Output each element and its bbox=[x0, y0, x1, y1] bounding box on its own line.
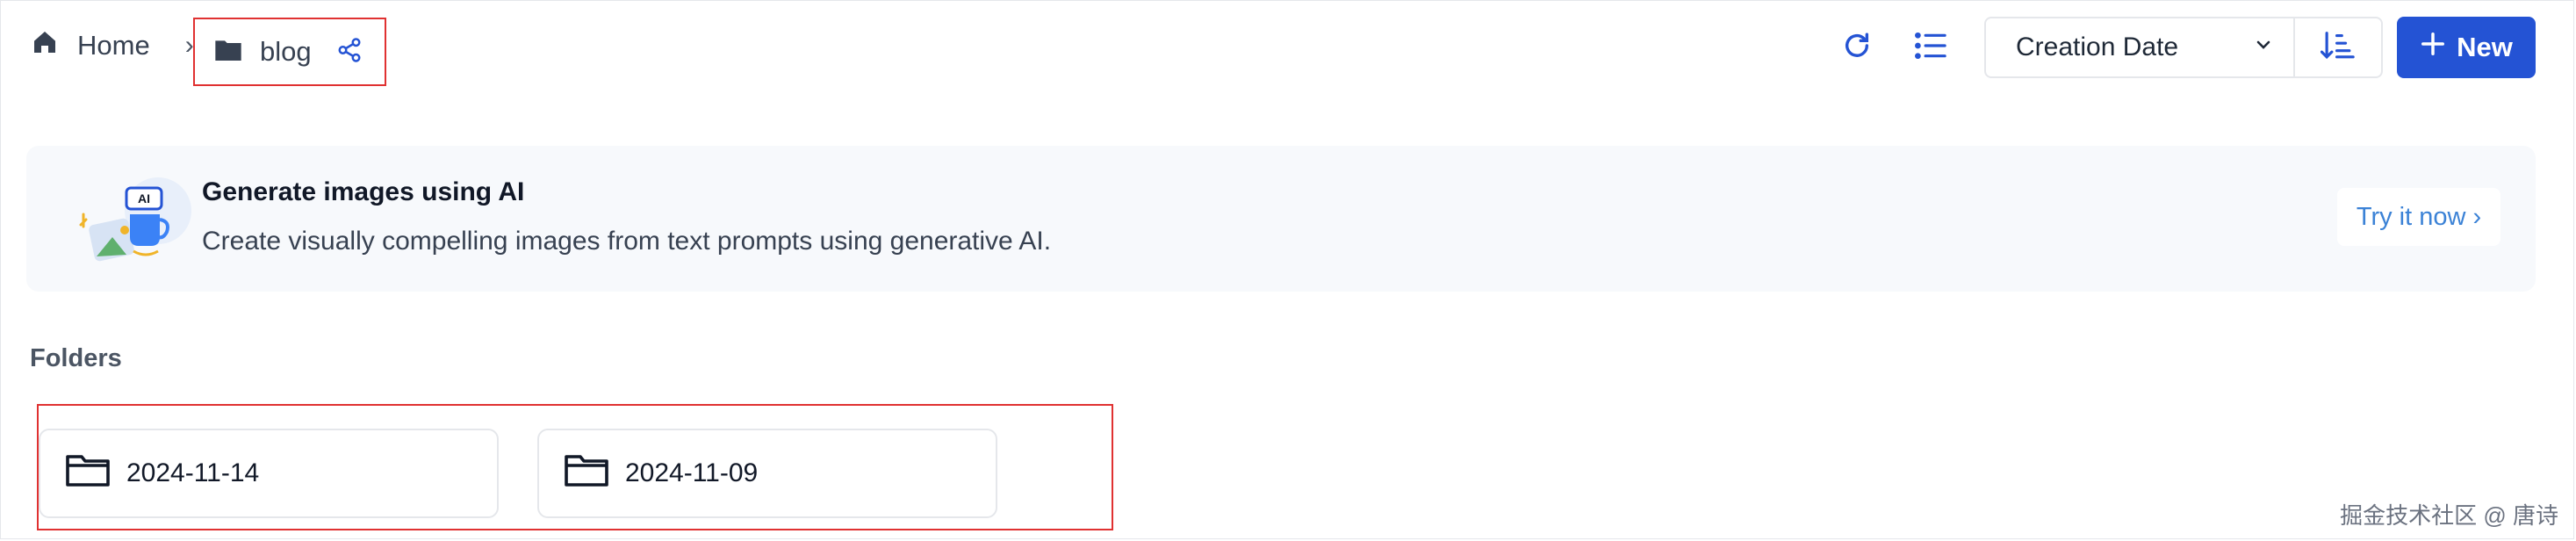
plus-icon bbox=[2420, 31, 2446, 64]
ai-badge-text: AI bbox=[138, 191, 150, 206]
new-button[interactable]: New bbox=[2397, 17, 2536, 78]
refresh-button[interactable] bbox=[1826, 17, 1888, 78]
banner-description: Create visually compelling images from t… bbox=[202, 227, 1052, 256]
folder-name: 2024-11-09 bbox=[625, 458, 759, 487]
breadcrumb-current: blog bbox=[193, 18, 386, 86]
breadcrumb-current-label: blog bbox=[260, 36, 312, 67]
ai-promo-banner: AI Generate images using AI Create visua… bbox=[26, 146, 2536, 292]
list-view-button[interactable] bbox=[1900, 17, 1961, 78]
folders-section-title: Folders bbox=[30, 344, 122, 372]
sort-field-dropdown[interactable]: Creation Date bbox=[1986, 18, 2295, 76]
try-it-now-button[interactable]: Try it now › bbox=[2337, 188, 2500, 246]
folder-card[interactable]: 2024-11-14 bbox=[39, 429, 499, 518]
chevron-down-icon bbox=[2253, 32, 2274, 62]
share-icon[interactable] bbox=[336, 37, 363, 68]
folder-outline-icon bbox=[564, 451, 609, 495]
home-icon bbox=[30, 28, 60, 63]
folder-outline-icon bbox=[65, 451, 111, 495]
folder-name: 2024-11-14 bbox=[126, 458, 260, 487]
sort-icon bbox=[2320, 30, 2356, 66]
ai-image-illustration: AI bbox=[72, 176, 212, 272]
sort-select: Creation Date bbox=[1984, 17, 2383, 78]
watermark: 掘金技术社区 @ 唐诗 bbox=[2340, 502, 2558, 529]
toolbar: Creation Date New bbox=[1814, 16, 2536, 79]
sort-field-value: Creation Date bbox=[2016, 32, 2179, 61]
folder-card[interactable]: 2024-11-09 bbox=[537, 429, 997, 518]
folder-icon bbox=[214, 38, 242, 67]
list-view-icon bbox=[1914, 31, 1947, 65]
breadcrumb-home[interactable]: Home bbox=[30, 28, 150, 63]
sort-direction-button[interactable] bbox=[2295, 18, 2381, 76]
breadcrumb: Home › bbox=[30, 19, 212, 72]
refresh-icon bbox=[1842, 31, 1872, 65]
banner-title: Generate images using AI bbox=[202, 177, 525, 206]
breadcrumb-home-label: Home bbox=[77, 30, 150, 61]
new-button-label: New bbox=[2457, 32, 2513, 62]
